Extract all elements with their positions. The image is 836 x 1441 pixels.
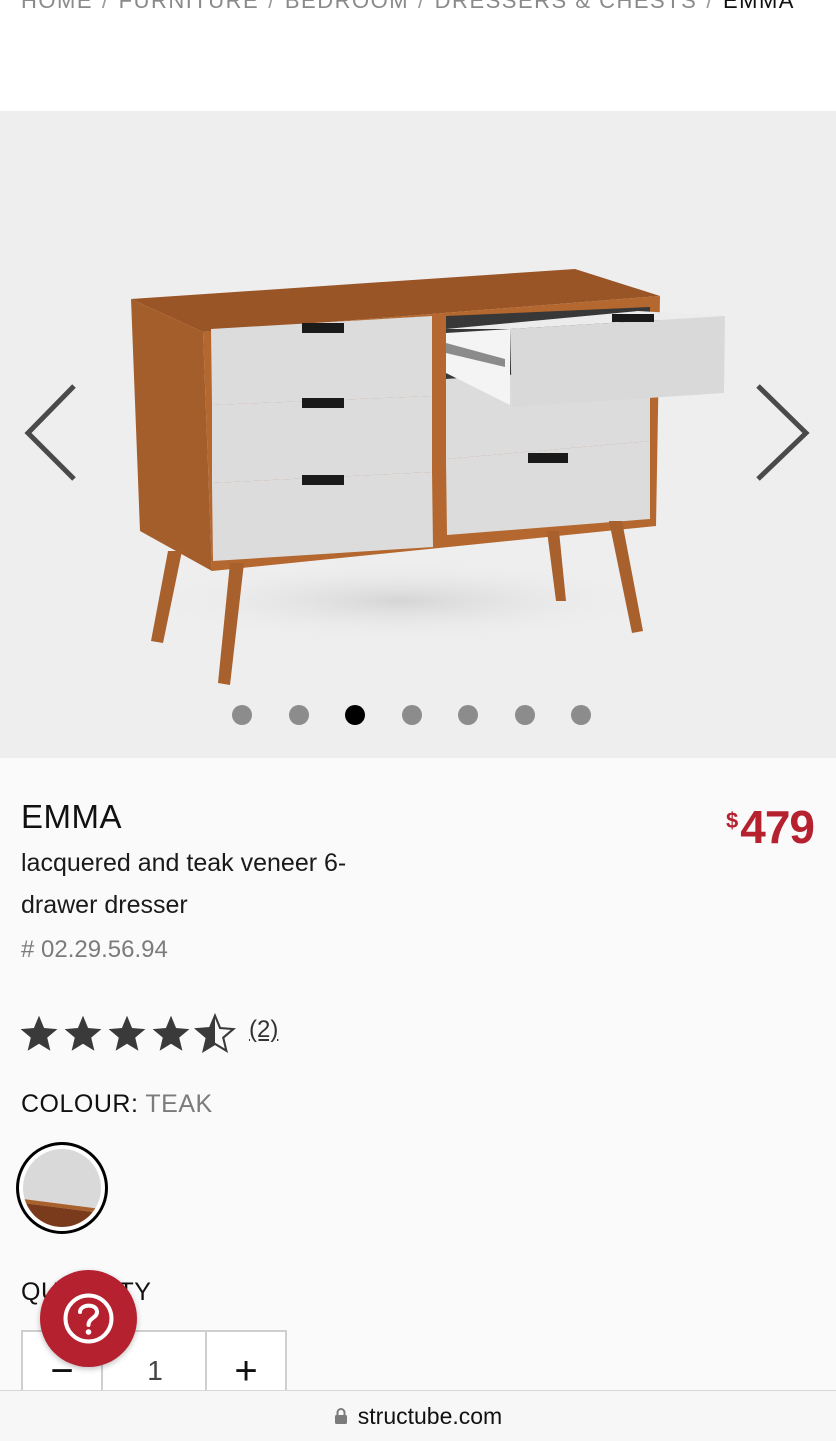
product-image (130, 269, 725, 685)
colour-label: COLOUR: TEAK (21, 1090, 213, 1118)
star-half-icon (194, 1012, 236, 1054)
star-full-icon (108, 1015, 146, 1051)
star-full-icon (20, 1015, 58, 1051)
next-image-button[interactable] (754, 381, 814, 491)
price-currency: $ (726, 808, 739, 833)
colour-swatch-teak[interactable] (16, 1142, 108, 1234)
colour-value: TEAK (145, 1090, 213, 1118)
breadcrumb-furniture[interactable]: FURNITURE (119, 0, 260, 13)
breadcrumb: HOME / FURNITURE / BEDROOM / DRESSERS & CHESTS… (21, 0, 821, 18)
breadcrumb-home[interactable]: HOME (21, 0, 93, 13)
url-text: structube.com (357, 1403, 503, 1429)
gallery-dot[interactable] (232, 705, 252, 725)
url-display[interactable]: structube.com (0, 1403, 836, 1430)
gallery-pagination (0, 705, 836, 727)
breadcrumb-bedroom[interactable]: BEDROOM (285, 0, 409, 13)
gallery-dot[interactable] (289, 705, 309, 725)
product-image-gallery[interactable] (0, 111, 836, 758)
chevron-left-icon (24, 384, 76, 481)
gallery-dot[interactable] (571, 705, 591, 725)
star-full-icon (64, 1015, 102, 1051)
swatch-image (23, 1149, 101, 1227)
gallery-dot-active[interactable] (345, 705, 365, 725)
previous-image-button[interactable] (18, 381, 78, 491)
product-title: EMMA (21, 798, 122, 835)
gallery-dot[interactable] (515, 705, 535, 725)
chevron-right-icon (756, 384, 810, 481)
lock-icon (334, 1407, 347, 1424)
breadcrumb-dressers-chests[interactable]: DRESSERS & CHESTS (435, 0, 698, 13)
star-full-icon (152, 1015, 190, 1051)
question-icon (63, 1293, 114, 1344)
gallery-dot[interactable] (458, 705, 478, 725)
gallery-dot[interactable] (402, 705, 422, 725)
help-button[interactable] (40, 1270, 137, 1367)
quantity-increase-button[interactable]: + (205, 1332, 285, 1398)
product-price: $479 (726, 800, 815, 854)
product-description: lacquered and teak veneer 6-drawer dress… (21, 849, 347, 919)
product-sku: # 02.29.56.94 (21, 936, 168, 963)
breadcrumb-current: EMMA (722, 0, 795, 13)
price-amount: 479 (740, 801, 815, 853)
reviews-link[interactable]: (2) (249, 1016, 278, 1044)
browser-url-bar[interactable]: structube.com (0, 1390, 836, 1441)
